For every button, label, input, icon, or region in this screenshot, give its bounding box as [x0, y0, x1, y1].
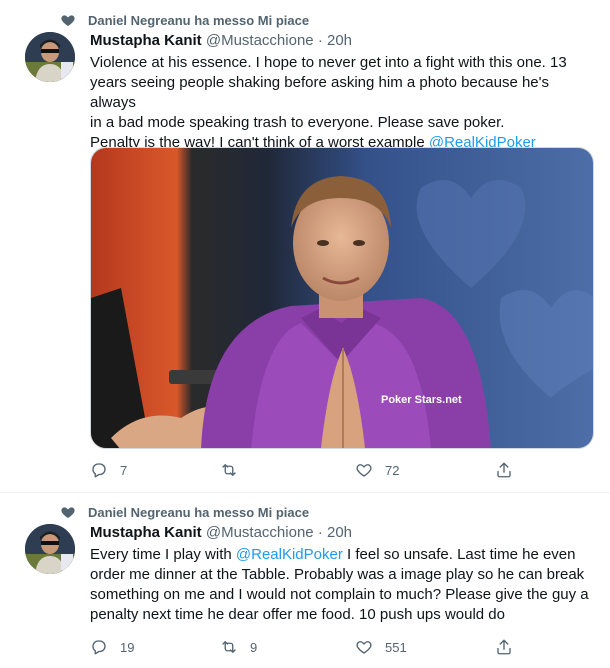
reply-button[interactable]: 19: [90, 638, 220, 656]
tweet-header: Mustapha Kanit @Mustacchione · 20h: [90, 32, 352, 49]
tweet[interactable]: Daniel Negreanu ha messo Mi piace Mustap…: [0, 0, 610, 493]
tweet-text-line: in a bad mode speaking trash to everyone…: [90, 114, 505, 131]
tweet-media-photo[interactable]: Poker Stars.net: [90, 147, 594, 449]
tweet-text: Violence at his essence. I hope to never…: [90, 53, 595, 153]
author-handle[interactable]: @Mustacchione: [206, 32, 314, 49]
tweet-text-line: something on me and I would not complain…: [90, 586, 589, 603]
like-button[interactable]: 551: [355, 638, 495, 656]
tweet-text-line: order me dinner at the Tabble. Probably …: [90, 566, 585, 583]
like-count: 72: [385, 462, 400, 478]
author-name[interactable]: Mustapha Kanit: [90, 32, 202, 49]
retweet-button[interactable]: 9: [220, 638, 355, 656]
media-watermark: Poker Stars.net: [381, 394, 462, 406]
avatar[interactable]: [25, 32, 75, 82]
share-icon: [497, 462, 511, 478]
reply-icon: [92, 463, 106, 478]
avatar[interactable]: [25, 524, 75, 574]
share-button[interactable]: [495, 638, 513, 656]
social-context-text: Daniel Negreanu ha messo Mi piace: [88, 12, 310, 28]
tweet-text: Every time I play with @RealKidPoker I f…: [90, 545, 595, 625]
retweet-icon: [222, 641, 236, 653]
avatar-image: [25, 32, 75, 82]
tweet[interactable]: Daniel Negreanu ha messo Mi piace Mustap…: [0, 493, 610, 668]
avatar-image: [25, 524, 75, 574]
heart-icon: [61, 507, 75, 518]
tweet-time[interactable]: · 20h: [318, 32, 352, 49]
tweet-text-line: Violence at his essence. I hope to never…: [90, 54, 567, 71]
heart-icon: [61, 15, 75, 26]
share-icon: [497, 639, 511, 655]
tweet-text-line: years seeing people shaking before askin…: [90, 74, 550, 111]
tweet-text-line: Every time I play with @RealKidPoker I f…: [90, 546, 576, 563]
mention-link[interactable]: @RealKidPoker: [236, 546, 343, 563]
like-icon: [356, 464, 372, 477]
author-handle[interactable]: @Mustacchione: [206, 524, 314, 541]
social-context: Daniel Negreanu ha messo Mi piace: [60, 12, 309, 28]
tweet-actions: 7 72: [90, 461, 520, 479]
reply-count: 19: [120, 639, 135, 655]
media-photo: Poker Stars.net: [91, 148, 593, 448]
retweet-count: 9: [250, 639, 258, 655]
social-context-text: Daniel Negreanu ha messo Mi piace: [88, 504, 310, 520]
tweet-text-line: penalty next time he dear offer me food.…: [90, 606, 505, 623]
tweet-actions: 19 9 551: [90, 638, 520, 656]
like-button[interactable]: 72: [355, 461, 495, 479]
author-name[interactable]: Mustapha Kanit: [90, 524, 202, 541]
share-button[interactable]: [495, 461, 513, 479]
like-icon: [356, 641, 372, 654]
tweet-header: Mustapha Kanit @Mustacchione · 20h: [90, 524, 352, 541]
social-context: Daniel Negreanu ha messo Mi piace: [60, 504, 309, 520]
tweet-time[interactable]: · 20h: [318, 524, 352, 541]
reply-icon: [92, 640, 106, 655]
retweet-icon: [222, 464, 236, 476]
reply-button[interactable]: 7: [90, 461, 220, 479]
retweet-button[interactable]: [220, 461, 355, 479]
like-count: 551: [385, 639, 407, 655]
reply-count: 7: [120, 462, 128, 478]
